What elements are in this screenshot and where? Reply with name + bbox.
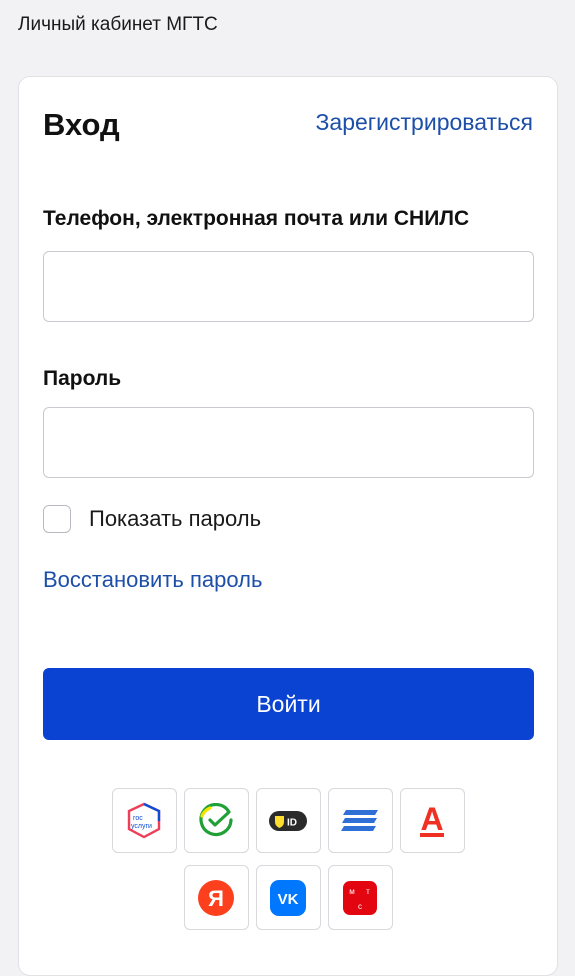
vk-button[interactable]: VK — [255, 865, 321, 930]
yandex-button[interactable]: Я — [183, 865, 249, 930]
tinkoff-id-text: ID — [287, 817, 297, 828]
password-input[interactable] — [43, 407, 534, 478]
mts-letter-3: с — [358, 902, 362, 911]
sber-icon — [199, 802, 233, 836]
mts-icon: м т с — [343, 880, 377, 915]
gazprom-button[interactable] — [327, 788, 393, 853]
gosuslugi-text-2: услуги — [131, 823, 152, 830]
login-input[interactable] — [43, 251, 534, 322]
vk-text: VK — [278, 891, 299, 908]
login-card: Вход Зарегистрироваться Телефон, электро… — [18, 76, 558, 976]
gosuslugi-text-1: гос — [133, 815, 143, 822]
mts-letter-2: т — [366, 887, 370, 896]
alfa-letter: А — [420, 802, 443, 837]
tinkoff-id-icon: ID — [269, 810, 307, 831]
login-field-label: Телефон, электронная почта или СНИЛС — [43, 207, 470, 230]
mts-letter-1: м — [349, 887, 355, 896]
gosuslugi-button[interactable]: гос услуги — [111, 788, 177, 853]
password-field-label: Пароль — [43, 367, 122, 390]
yandex-letter: Я — [208, 886, 224, 911]
recover-password-link[interactable]: Восстановить пароль — [43, 567, 262, 593]
login-title: Вход — [43, 107, 120, 142]
gosuslugi-icon: гос услуги — [127, 802, 161, 838]
show-password-toggle[interactable]: Показать пароль — [43, 505, 261, 533]
sber-button[interactable] — [183, 788, 249, 853]
vk-icon: VK — [270, 879, 306, 916]
tinkoff-id-button[interactable]: ID — [255, 788, 321, 853]
page-header-title: Личный кабинет МГТС — [18, 14, 218, 35]
yandex-icon: Я — [198, 879, 234, 916]
login-button[interactable]: Войти — [43, 668, 534, 740]
show-password-checkbox[interactable] — [43, 505, 71, 533]
alfa-bank-button[interactable]: А — [399, 788, 465, 853]
mts-button[interactable]: м т с — [327, 865, 393, 930]
gazprom-icon — [341, 809, 378, 831]
alfa-bank-icon: А — [420, 802, 444, 837]
social-login-providers: гос услуги ID А Я VK м т с — [19, 788, 557, 942]
register-link[interactable]: Зарегистрироваться — [316, 109, 533, 136]
show-password-label: Показать пароль — [89, 506, 262, 531]
